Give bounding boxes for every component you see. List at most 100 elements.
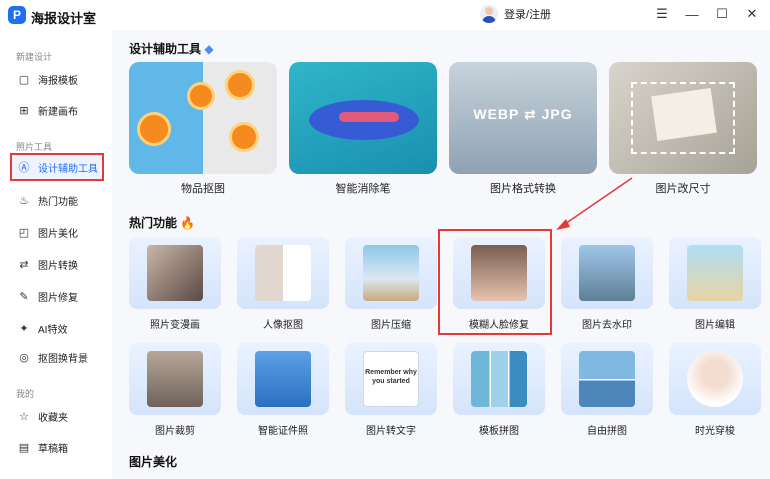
- canvas-icon: ⊞: [19, 104, 29, 117]
- hot-card-image-edit[interactable]: [669, 237, 761, 309]
- orange-icon: [229, 122, 259, 152]
- orange-icon: [187, 82, 215, 110]
- hot-card-template-collage[interactable]: [453, 343, 545, 415]
- comic-portrait-thumb: [147, 245, 203, 301]
- landscape-thumb: [579, 245, 635, 301]
- sidebar-section-new-design: 新建设计: [16, 52, 53, 62]
- sidebar-item-label: 抠图换背景: [38, 353, 88, 365]
- format-convert-text: WEBP ⇄ JPG: [473, 106, 573, 122]
- sidebar-item-label: 新建画布: [38, 106, 78, 118]
- hot-label: 自由拼图: [587, 426, 627, 437]
- tool-label: 智能消除笔: [335, 183, 391, 195]
- hot-card-image-compress[interactable]: [345, 237, 437, 309]
- hot-card-image-to-text[interactable]: Remember why you started: [345, 343, 437, 415]
- sidebar-item-image-repair[interactable]: ✎ 图片修复: [15, 282, 107, 310]
- hot-card-watermark-remove[interactable]: [561, 237, 653, 309]
- sidebar-item-poster-template[interactable]: ▢ 海报模板: [15, 65, 107, 93]
- book-icon: [651, 88, 717, 141]
- hot-label: 图片转文字: [366, 426, 416, 437]
- title-bar: P 海报设计室 登录/注册 ☰ — ☐ ✕: [0, 0, 770, 30]
- sidebar-item-new-canvas[interactable]: ⊞ 新建画布: [15, 96, 107, 124]
- sidebar-item-ai-effects[interactable]: ✦ AI特效: [15, 314, 107, 342]
- minimize-icon[interactable]: —: [684, 6, 700, 22]
- tool-card-resize[interactable]: [609, 62, 757, 174]
- login-label: 登录/注册: [504, 9, 552, 21]
- cube-icon: ◆: [204, 42, 214, 56]
- hot-label: 图片去水印: [582, 320, 632, 331]
- hot-card-portrait-cutout[interactable]: [237, 237, 329, 309]
- hot-label: 智能证件照: [258, 426, 308, 437]
- flame-icon: 🔥: [180, 216, 196, 230]
- hot-card-photo-to-comic[interactable]: [129, 237, 221, 309]
- hot-label: 图片编辑: [695, 320, 735, 331]
- hot-label: 照片变漫画: [150, 320, 200, 331]
- tool-card-object-cutout[interactable]: [129, 62, 277, 174]
- sidebar-item-image-beautify[interactable]: ◰ 图片美化: [15, 218, 107, 246]
- surfboard-icon: [339, 112, 399, 122]
- favorites-icon: ☆: [19, 410, 29, 423]
- ai-effect-icon: ✦: [19, 322, 29, 335]
- app-logo: P: [8, 6, 26, 24]
- free-collage-thumb: [579, 351, 635, 407]
- login-button[interactable]: 登录/注册: [480, 5, 551, 23]
- hot-card-time-travel[interactable]: [669, 343, 761, 415]
- beautify-icon: ◰: [18, 226, 30, 239]
- menu-icon[interactable]: ☰: [654, 6, 670, 22]
- beach-portrait-thumb: [687, 245, 743, 301]
- section-title-hot-features: 热门功能 🔥: [129, 216, 196, 230]
- maximize-icon[interactable]: ☐: [714, 6, 730, 22]
- tool-card-smart-eraser[interactable]: [289, 62, 437, 174]
- app-title: 海报设计室: [31, 11, 97, 26]
- hot-label: 时光穿梭: [695, 426, 735, 437]
- sidebar-item-drafts[interactable]: ▤ 草稿箱: [15, 433, 107, 461]
- lighthouse-thumb: [363, 245, 419, 301]
- sidebar-item-favorites[interactable]: ☆ 收藏夹: [15, 402, 107, 430]
- time-travel-thumb: [687, 351, 743, 407]
- sidebar-item-label: AI特效: [38, 324, 68, 336]
- template-collage-thumb: [471, 351, 527, 407]
- orange-icon: [137, 112, 171, 146]
- sidebar-item-hot-features[interactable]: ♨ 热门功能: [15, 186, 107, 214]
- hot-label: 图片裁剪: [155, 426, 195, 437]
- tool-label: 图片改尺寸: [655, 183, 711, 195]
- sidebar-item-label: 图片转换: [38, 260, 78, 272]
- sidebar-item-label: 海报模板: [38, 75, 78, 87]
- sidebar-item-label: 设计辅助工具: [38, 163, 98, 175]
- section-title-design-tools: 设计辅助工具 ◆: [129, 42, 214, 56]
- sidebar-section-mine: 我的: [16, 389, 35, 399]
- crop-thumb: [147, 351, 203, 407]
- sidebar-item-label: 图片美化: [38, 228, 78, 240]
- template-icon: ▢: [18, 73, 30, 86]
- repair-icon: ✎: [19, 290, 29, 303]
- sidebar: 新建设计 ▢ 海报模板 ⊞ 新建画布 照片工具 Ⓐ 设计辅助工具 ♨ 热门功能 …: [0, 30, 112, 479]
- user-avatar-icon: [480, 5, 498, 23]
- sidebar-item-label: 收藏夹: [38, 412, 68, 424]
- hot-card-id-photo[interactable]: [237, 343, 329, 415]
- sidebar-item-label: 草稿箱: [38, 443, 68, 455]
- flame-icon: ♨: [19, 194, 29, 207]
- portrait-cutout-thumb: [255, 245, 311, 301]
- text-card-thumb: Remember why you started: [363, 351, 419, 407]
- orange-icon: [225, 70, 255, 100]
- section-title-beautify: 图片美化: [129, 455, 178, 469]
- tool-card-format-convert[interactable]: WEBP ⇄ JPG: [449, 62, 597, 174]
- hot-label: 模板拼图: [479, 426, 519, 437]
- drafts-icon: ▤: [18, 441, 30, 454]
- sidebar-item-cutout-background[interactable]: ◎ 抠图换背景: [15, 343, 107, 371]
- sidebar-item-label: 图片修复: [38, 292, 78, 304]
- sidebar-section-photo-tools: 照片工具: [16, 142, 53, 152]
- close-icon[interactable]: ✕: [744, 6, 760, 22]
- hot-card-image-crop[interactable]: [129, 343, 221, 415]
- hot-card-free-collage[interactable]: [561, 343, 653, 415]
- sidebar-item-design-assist[interactable]: Ⓐ 设计辅助工具: [10, 153, 104, 181]
- sidebar-item-image-convert[interactable]: ⇄ 图片转换: [15, 250, 107, 278]
- tool-label: 图片格式转换: [490, 183, 556, 195]
- hot-label: 图片压缩: [371, 320, 411, 331]
- cutout-bg-icon: ◎: [19, 351, 29, 364]
- hot-label: 人像抠图: [263, 320, 303, 331]
- convert-icon: ⇄: [19, 258, 29, 271]
- sidebar-item-label: 热门功能: [38, 196, 78, 208]
- tool-label: 物品抠图: [181, 183, 225, 195]
- id-photo-thumb: [255, 351, 311, 407]
- face-restore-highlight-box: [438, 229, 552, 335]
